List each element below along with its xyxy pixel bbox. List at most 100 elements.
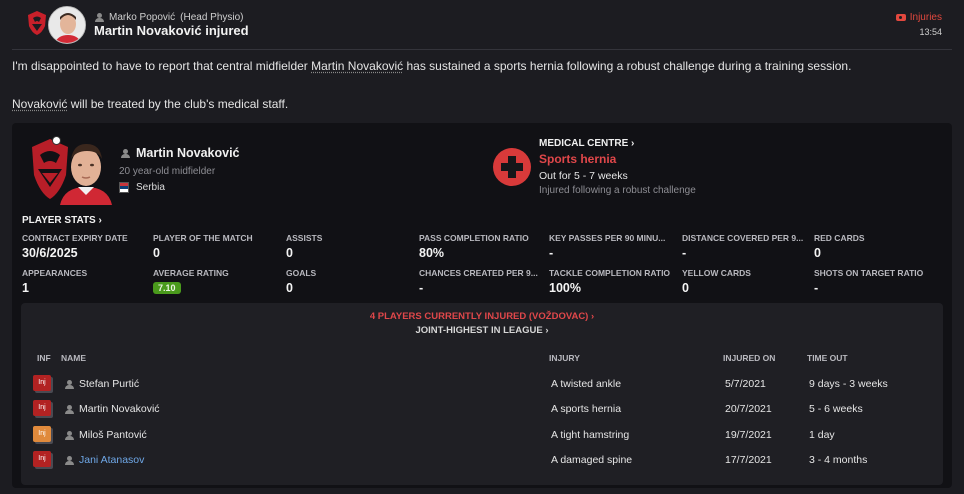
p1-text-a: I'm disappointed to have to report that … [12,59,312,73]
stat-value: 80% [419,246,445,260]
stat-shots-on-target: SHOTS ON TARGET RATIO - [814,268,923,295]
league-rank-link[interactable]: JOINT-HIGHEST IN LEAGUE › [21,325,943,336]
time-out-cell: 9 days - 3 weeks [809,378,888,390]
stat-label: APPEARANCES [22,268,88,278]
injury-cell: A sports hernia [551,403,622,415]
player-stats-label: PLAYER STATS [22,215,96,226]
injury-cell: A damaged spine [551,454,633,466]
injury-badge-icon: Inj [33,451,51,467]
stat-value: 0 [153,246,160,260]
sender-role: (Head Physio) [180,12,244,23]
player-link[interactable]: Martin Novaković [311,59,403,73]
stat-label: CONTRACT EXPIRY DATE [22,233,128,243]
stat-label: KEY PASSES PER 90 MINU... [549,233,666,243]
stat-value: 0 [286,281,293,295]
sender-name[interactable]: Marko Popović [109,12,175,23]
stat-contract-expiry: CONTRACT EXPIRY DATE 30/6/2025 [22,233,128,260]
club-crest-icon [28,11,46,35]
injury-name: Sports hernia [539,152,617,166]
stat-chances-created: CHANCES CREATED PER 9... - [419,268,538,295]
stat-distance-covered: DISTANCE COVERED PER 9... - [682,233,803,260]
stat-appearances: APPEARANCES 1 [22,268,87,295]
message-paragraph-1: I'm disappointed to have to report that … [12,59,851,73]
person-icon [65,431,74,440]
message-paragraph-2: Novaković will be treated by the club's … [12,97,288,111]
injuries-tag[interactable]: Injuries [895,12,942,23]
player-photo[interactable] [52,135,118,205]
chevron-right-icon: › [631,138,635,149]
header-time-out[interactable]: TIME OUT [807,353,848,363]
p2-text-b: will be treated by the club's medical st… [67,97,289,111]
injury-duration: Out for 5 - 7 weeks [539,170,628,182]
stat-value: 0 [286,246,293,260]
player-name-cell[interactable]: Miloš Pantović [79,429,147,441]
player-name-cell[interactable]: Martin Novaković [79,403,160,415]
stat-average-rating: AVERAGE RATING 7.10 [153,268,229,296]
player-nation[interactable]: Serbia [119,182,165,193]
stat-value: - [549,246,554,260]
player-face-icon [60,143,112,205]
player-link-short[interactable]: Novaković [12,97,67,111]
injury-cell: A tight hamstring [551,429,630,441]
message-time: 13:54 [919,27,942,37]
injured-players-link[interactable]: 4 PLAYERS CURRENTLY INJURED (VOŽDOVAC) › [21,311,943,322]
stat-value: 0 [682,281,689,295]
player-name-row[interactable]: Martin Novaković [121,146,240,160]
stat-value: - [814,281,819,295]
player-name-cell[interactable]: Jani Atanasov [79,454,144,466]
stat-assists: ASSISTS 0 [286,233,322,260]
medical-cross-icon [493,148,531,186]
injured-on-cell: 20/7/2021 [725,403,772,415]
medical-centre-link[interactable]: MEDICAL CENTRE › [539,138,634,149]
stat-pass-completion: PASS COMPLETION RATIO 80% [419,233,529,260]
injured-on-cell: 19/7/2021 [725,429,772,441]
serbia-flag-icon [119,182,129,193]
player-name-cell[interactable]: Stefan Purtić [79,378,139,390]
stat-yellow-cards: YELLOW CARDS 0 [682,268,751,295]
injured-count-label: 4 PLAYERS CURRENTLY INJURED (VOŽDOVAC) [369,311,589,322]
time-out-cell: 3 - 4 months [809,454,868,466]
stat-label: PASS COMPLETION RATIO [419,233,529,243]
person-icon [65,456,74,465]
sender-avatar[interactable] [48,6,86,44]
header-divider [12,49,952,50]
stat-value: 0 [814,246,821,260]
stat-label: AVERAGE RATING [153,268,229,278]
header-name[interactable]: NAME [61,353,86,363]
stat-goals: GOALS 0 [286,268,316,295]
tag-icon [895,14,906,21]
stat-value: - [419,281,424,295]
injured-on-cell: 17/7/2021 [725,454,772,466]
stat-tackle-completion: TACKLE COMPLETION RATIO 100% [549,268,670,295]
table-row[interactable]: Inj Martin Novaković A sports hernia 20/… [21,398,943,422]
football-icon [52,136,61,145]
sender-face-icon [49,7,85,43]
injury-cell: A twisted ankle [551,378,622,390]
person-icon [95,13,104,22]
stat-label: GOALS [286,268,317,278]
table-row[interactable]: Inj Jani Atanasov A damaged spine 17/7/2… [21,449,943,473]
stat-value: - [682,246,687,260]
tag-label: Injuries [909,12,942,23]
chevron-right-icon: › [98,215,102,226]
stat-label: ASSISTS [286,233,323,243]
injured-on-cell: 5/7/2021 [725,378,766,390]
person-icon [65,380,74,389]
current-injuries-panel: 4 PLAYERS CURRENTLY INJURED (VOŽDOVAC) ›… [21,303,943,485]
player-stats-link[interactable]: PLAYER STATS › [22,215,102,226]
header-injury[interactable]: INJURY [549,353,580,363]
stat-label: YELLOW CARDS [682,268,751,278]
medical-centre-label: MEDICAL CENTRE [539,138,629,149]
player-name[interactable]: Martin Novaković [136,146,240,160]
table-row[interactable]: Inj Miloš Pantović A tight hamstring 19/… [21,424,943,448]
league-rank-label: JOINT-HIGHEST IN LEAGUE [415,325,543,336]
table-row[interactable]: Inj Stefan Purtić A twisted ankle 5/7/20… [21,373,943,397]
stat-value: 30/6/2025 [22,246,78,260]
person-icon [65,405,74,414]
header-inf[interactable]: INF [37,353,51,363]
stat-label: TACKLE COMPLETION RATIO [549,268,671,278]
stat-label: RED CARDS [814,233,865,243]
rating-badge: 7.10 [153,282,181,294]
header-injured-on[interactable]: INJURED ON [723,353,775,363]
stat-key-passes: KEY PASSES PER 90 MINU... - [549,233,665,260]
